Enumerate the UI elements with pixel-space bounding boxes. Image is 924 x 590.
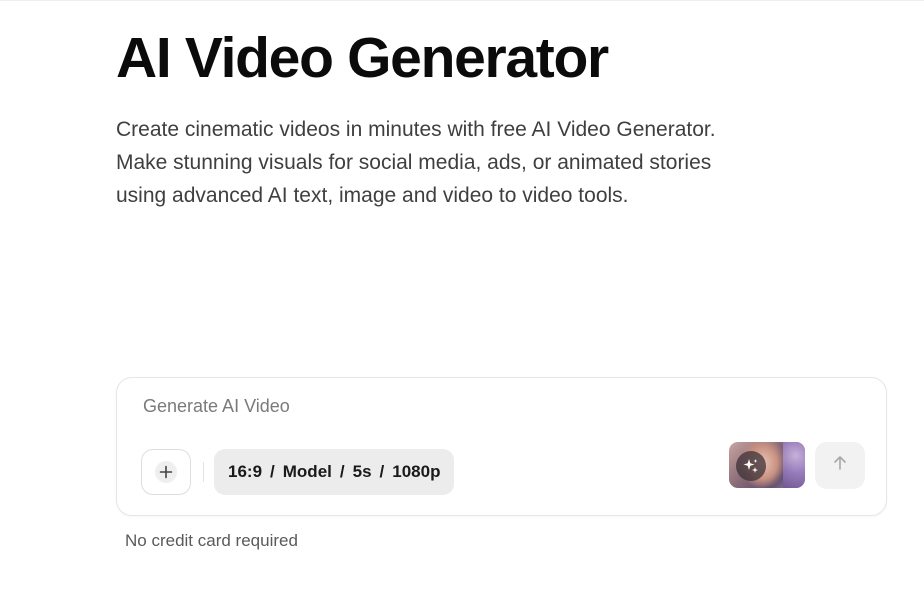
- resolution-value: 1080p: [392, 462, 441, 481]
- plus-icon: [155, 461, 177, 483]
- page-description: Create cinematic videos in minutes with …: [116, 113, 816, 212]
- prompt-card: 16:9 / Model / 5s / 1080p: [116, 377, 887, 516]
- sparkle-icon: [736, 451, 766, 481]
- send-button[interactable]: [815, 442, 865, 489]
- top-divider: [0, 0, 924, 1]
- duration-value: 5s: [352, 462, 372, 481]
- separator: /: [379, 462, 385, 481]
- page-title: AI Video Generator: [116, 26, 609, 90]
- prompt-input[interactable]: [143, 392, 703, 420]
- description-line-3: using advanced AI text, image and video …: [116, 184, 629, 207]
- separator: /: [339, 462, 345, 481]
- thumbnail-flowers: [783, 442, 805, 488]
- model-value: Model: [282, 462, 332, 481]
- description-line-1: Create cinematic videos in minutes with …: [116, 118, 716, 141]
- description-line-2: Make stunning visuals for social media, …: [116, 151, 712, 174]
- no-credit-card-note: No credit card required: [125, 531, 298, 550]
- separator: /: [270, 462, 275, 481]
- add-media-button[interactable]: [141, 449, 191, 495]
- generation-settings-button[interactable]: 16:9 / Model / 5s / 1080p: [214, 449, 455, 495]
- arrow-up-icon: [831, 454, 849, 477]
- toolbar-divider: [203, 462, 204, 482]
- aspect-ratio-value: 16:9: [228, 462, 263, 481]
- style-preset-thumbnail[interactable]: [729, 442, 805, 488]
